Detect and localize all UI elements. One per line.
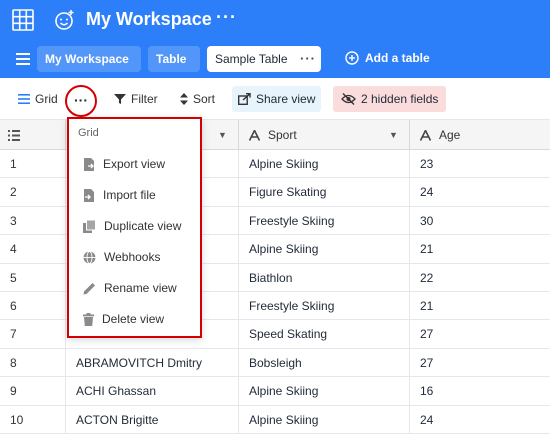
sport-cell[interactable]: Freestyle Skiing bbox=[239, 206, 410, 235]
plus-circle-icon bbox=[345, 51, 359, 65]
row-number: 5 bbox=[0, 263, 66, 292]
sport-cell[interactable]: Alpine Skiing bbox=[239, 235, 410, 264]
menu-item-rename-view[interactable]: Rename view bbox=[83, 277, 177, 299]
menu-item-duplicate-view[interactable]: Duplicate view bbox=[83, 215, 181, 237]
age-cell[interactable]: 21 bbox=[410, 292, 550, 320]
age-cell[interactable]: 23 bbox=[410, 150, 550, 178]
row-number: 10 bbox=[0, 405, 66, 434]
age-cell[interactable]: 24 bbox=[410, 178, 550, 206]
sort-icon bbox=[180, 93, 188, 105]
sport-column-label: Sport bbox=[268, 128, 297, 142]
row-number-header bbox=[0, 120, 66, 150]
view-options-menu: Grid Export view Import file Duplicate v… bbox=[67, 117, 202, 338]
menu-item-import-file[interactable]: Import file bbox=[83, 184, 156, 206]
pencil-icon bbox=[83, 282, 95, 294]
list-icon bbox=[18, 94, 30, 104]
menu-title: Grid bbox=[78, 127, 99, 139]
filter-icon bbox=[114, 94, 126, 104]
row-number: 2 bbox=[0, 178, 66, 207]
add-table-button[interactable]: Add a table bbox=[345, 45, 430, 71]
text-field-icon bbox=[420, 129, 431, 141]
menu-item-label: Import file bbox=[103, 188, 156, 202]
age-cell[interactable]: 24 bbox=[410, 406, 550, 434]
tab-sample-table-label: Sample Table bbox=[215, 52, 288, 66]
eye-slash-icon bbox=[341, 93, 356, 105]
name-cell[interactable]: ACHI Ghassan bbox=[66, 377, 239, 406]
menu-item-label: Export view bbox=[103, 157, 166, 171]
sort-label: Sort bbox=[193, 92, 216, 106]
age-cell[interactable]: 27 bbox=[410, 349, 550, 377]
age-column-label: Age bbox=[439, 128, 461, 142]
webhooks-icon bbox=[83, 250, 96, 264]
row-number: 6 bbox=[0, 291, 66, 320]
grid-view-button[interactable]: Grid bbox=[12, 86, 64, 112]
duplicate-icon bbox=[83, 219, 96, 233]
hidden-fields-label: 2 hidden fields bbox=[361, 92, 439, 106]
row-number: 8 bbox=[0, 348, 66, 377]
add-table-label: Add a table bbox=[365, 51, 430, 65]
menu-item-export-view[interactable]: Export view bbox=[83, 153, 165, 175]
share-icon bbox=[238, 93, 251, 105]
table-row[interactable]: 9 ACHI Ghassan Alpine Skiing 16 bbox=[0, 377, 550, 406]
menu-item-label: Rename view bbox=[104, 281, 177, 295]
sport-cell[interactable]: Freestyle Skiing bbox=[239, 291, 410, 320]
sport-cell[interactable]: Bobsleigh bbox=[239, 348, 410, 377]
age-cell[interactable]: 22 bbox=[410, 264, 550, 292]
table-row[interactable]: 10 ACTON Brigitte Alpine Skiing 24 bbox=[0, 405, 550, 434]
sport-column-header[interactable]: Sport ▼ bbox=[239, 120, 410, 150]
row-number: 4 bbox=[0, 235, 66, 264]
import-icon bbox=[84, 188, 94, 202]
name-cell[interactable]: ABRAMOVITCH Dmitry bbox=[66, 348, 239, 377]
row-number: 9 bbox=[0, 377, 66, 406]
row-number: 3 bbox=[0, 206, 66, 235]
tab-more-button[interactable]: ··· bbox=[300, 46, 316, 72]
name-column-caret-icon[interactable]: ▼ bbox=[218, 120, 227, 150]
menu-item-label: Delete view bbox=[102, 312, 165, 326]
sport-cell[interactable]: Biathlon bbox=[239, 263, 410, 292]
apps-grid-icon[interactable] bbox=[12, 9, 34, 31]
menu-item-delete-view[interactable]: Delete view bbox=[83, 308, 164, 330]
age-cell[interactable]: 21 bbox=[410, 235, 550, 263]
age-cell[interactable]: 16 bbox=[410, 377, 550, 405]
menu-item-webhooks[interactable]: Webhooks bbox=[83, 246, 160, 268]
name-cell[interactable]: ACTON Brigitte bbox=[66, 405, 239, 434]
export-icon bbox=[84, 157, 94, 171]
sport-column-caret-icon[interactable]: ▼ bbox=[389, 120, 398, 150]
workspace-emoji-icon[interactable] bbox=[52, 8, 76, 32]
text-field-icon bbox=[249, 129, 260, 141]
workspace-more-button[interactable]: ··· bbox=[216, 7, 237, 28]
grid-view-label: Grid bbox=[35, 92, 58, 106]
hamburger-menu-icon[interactable] bbox=[16, 53, 30, 65]
tab-my-workspace[interactable]: My Workspace bbox=[37, 46, 141, 72]
share-view-label: Share view bbox=[256, 92, 316, 106]
hidden-fields-button[interactable]: 2 hidden fields bbox=[333, 86, 447, 112]
workspace-title[interactable]: My Workspace bbox=[86, 9, 212, 30]
age-cell[interactable]: 27 bbox=[410, 320, 550, 348]
filter-button[interactable]: Filter bbox=[108, 86, 164, 112]
filter-label: Filter bbox=[131, 92, 158, 106]
tab-table[interactable]: Table bbox=[148, 46, 200, 72]
sport-cell[interactable]: Speed Skating bbox=[239, 320, 410, 349]
row-number: 7 bbox=[0, 320, 66, 349]
row-number: 1 bbox=[0, 150, 66, 178]
sport-cell[interactable]: Figure Skating bbox=[239, 178, 410, 207]
share-view-button[interactable]: Share view bbox=[232, 86, 322, 112]
sport-cell[interactable]: Alpine Skiing bbox=[239, 377, 410, 406]
age-cell[interactable]: 30 bbox=[410, 207, 550, 235]
trash-icon bbox=[83, 312, 94, 326]
age-column-header[interactable]: Age bbox=[410, 120, 550, 150]
top-bar: My Workspace ··· bbox=[0, 0, 550, 40]
sort-button[interactable]: Sort bbox=[174, 86, 221, 112]
menu-item-label: Duplicate view bbox=[104, 219, 182, 233]
highlight-circle bbox=[65, 85, 97, 117]
table-row[interactable]: 8 ABRAMOVITCH Dmitry Bobsleigh 27 bbox=[0, 348, 550, 378]
menu-item-label: Webhooks bbox=[104, 250, 161, 264]
tab-bar: My Workspace Table Sample Table ··· bbox=[0, 40, 550, 78]
sport-cell[interactable]: Alpine Skiing bbox=[239, 405, 410, 434]
sport-cell[interactable]: Alpine Skiing bbox=[239, 150, 410, 178]
row-height-icon[interactable] bbox=[8, 129, 20, 141]
